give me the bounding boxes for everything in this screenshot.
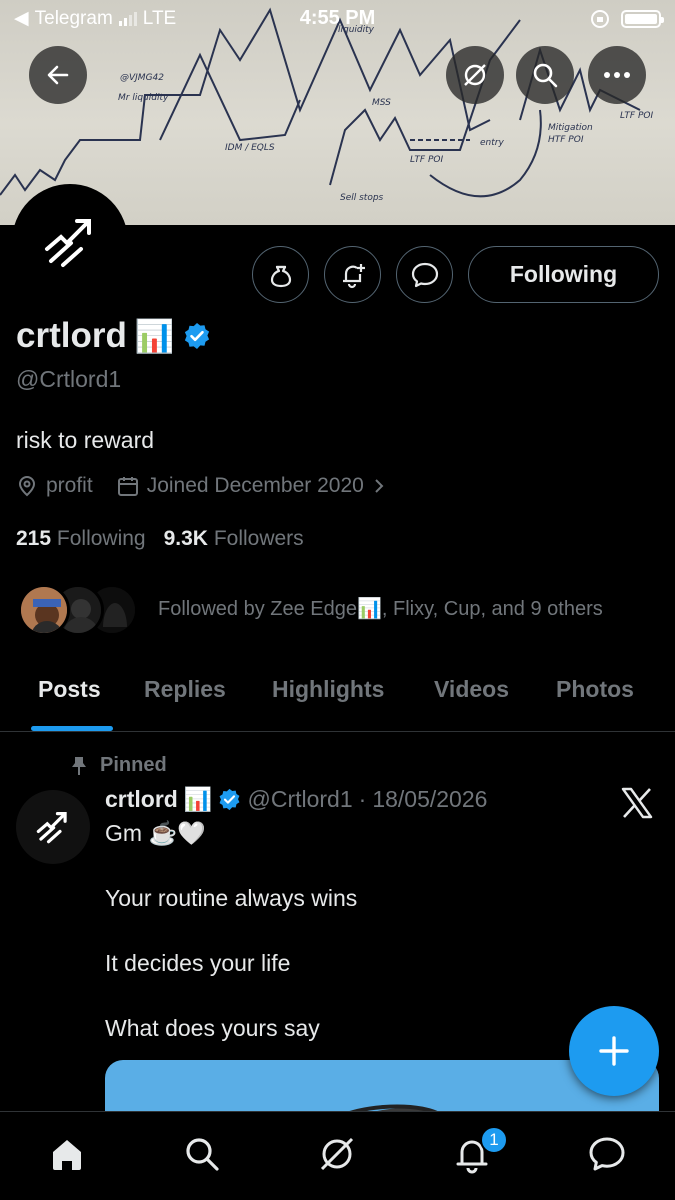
svg-text:LTF POI: LTF POI <box>410 155 443 165</box>
profile-bio: risk to reward <box>16 427 155 453</box>
svg-text:HTF POI: HTF POI <box>548 135 584 145</box>
tab-photos[interactable]: Photos <box>556 676 634 703</box>
messages-icon <box>589 1137 625 1171</box>
x-logo-icon <box>621 787 653 819</box>
tab-replies[interactable]: Replies <box>144 676 226 703</box>
display-name-text: crtlord <box>16 316 127 355</box>
location-item: profit <box>16 474 93 498</box>
svg-text:Mitigation: Mitigation <box>548 123 593 133</box>
follower-avatar <box>18 584 70 636</box>
location-pin-icon <box>18 475 36 497</box>
nav-messages[interactable] <box>585 1132 629 1176</box>
orientation-lock-icon <box>591 10 609 28</box>
following-label: Following <box>56 527 146 550</box>
follow-counts: 215 Following 9.3K Followers <box>16 527 304 551</box>
search-button[interactable] <box>516 46 574 104</box>
bottom-navigation <box>0 1111 675 1200</box>
followers-count-link[interactable]: 9.3K Followers <box>164 527 304 551</box>
following-button[interactable]: Following <box>468 246 659 303</box>
active-tab-indicator <box>31 726 113 731</box>
status-bar: ◀ Telegram LTE 4:55 PM <box>0 0 675 38</box>
more-icon <box>604 72 630 78</box>
nav-search[interactable] <box>180 1132 224 1176</box>
notify-button[interactable] <box>324 246 381 303</box>
following-count-link[interactable]: 215 Following <box>16 527 146 551</box>
followers-label: Followers <box>213 527 304 550</box>
joined-text: Joined December 2020 <box>146 474 364 497</box>
post-text-line: What does yours say <box>105 1015 320 1041</box>
post-author-name[interactable]: crtlord <box>105 786 178 813</box>
pinned-text: Pinned <box>100 754 167 776</box>
search-icon <box>186 1138 219 1171</box>
tab-videos[interactable]: Videos <box>434 676 509 703</box>
following-count: 215 <box>16 527 52 550</box>
calendar-icon <box>117 477 138 496</box>
grok-icon <box>464 64 486 86</box>
verified-badge-icon <box>220 788 240 811</box>
notifications-badge: 1 <box>480 1126 508 1154</box>
grok-icon <box>320 1137 354 1171</box>
post-text-line: Your routine always wins <box>105 885 358 911</box>
plus-icon <box>599 1036 629 1066</box>
chevron-right-icon <box>375 479 384 493</box>
post-header: crtlord 📊 @Crtlord1 · 18/05/2026 <box>105 786 487 813</box>
tab-posts[interactable]: Posts <box>38 676 101 703</box>
post-text-line: It decides your life <box>105 950 291 976</box>
svg-text:Sell stops: Sell stops <box>340 193 384 203</box>
home-icon <box>53 1140 81 1170</box>
svg-text:Mr liquidity: Mr liquidity <box>118 93 169 103</box>
post-author-avatar[interactable] <box>16 790 90 864</box>
tab-highlights[interactable]: Highlights <box>272 676 384 703</box>
svg-text:entry: entry <box>480 138 504 148</box>
nav-grok[interactable] <box>315 1132 359 1176</box>
notification-bell-plus-icon <box>342 263 365 288</box>
more-button[interactable] <box>588 46 646 104</box>
back-button[interactable] <box>29 46 87 104</box>
post-author-handle[interactable]: @Crtlord1 <box>247 786 352 813</box>
profile-avatar[interactable] <box>12 184 128 300</box>
display-name: crtlord 📊 <box>16 316 211 356</box>
profile-handle: @Crtlord1 <box>16 366 122 392</box>
tip-jar-icon <box>270 265 291 287</box>
post-author-emoji: 📊 <box>183 786 213 812</box>
svg-text:@VJMG42: @VJMG42 <box>120 73 164 83</box>
profile-meta: profit Joined December 2020 <box>16 474 410 498</box>
grok-button[interactable] <box>446 46 504 104</box>
svg-text:MSS: MSS <box>372 98 391 108</box>
post-text-line: Gm ☕️🤍 <box>105 820 206 846</box>
pinned-label: Pinned <box>70 754 167 777</box>
profile-banner[interactable]: @VJMG42 Mr liquidity IDM / EQLS MSS entr… <box>0 0 675 225</box>
compose-post-button[interactable] <box>569 1006 659 1096</box>
message-icon <box>411 262 438 287</box>
verified-badge-icon[interactable] <box>183 322 211 350</box>
search-icon <box>533 63 558 88</box>
trend-arrows-icon <box>45 219 91 267</box>
post-separator: · <box>358 786 367 812</box>
followers-count: 9.3K <box>163 527 208 550</box>
battery-icon <box>621 10 664 28</box>
message-button[interactable] <box>396 246 453 303</box>
followed-by-row[interactable]: Followed by Zee Edge📊, Flixy, Cup, and 9… <box>18 584 658 640</box>
back-arrow-icon <box>47 65 69 85</box>
tip-button[interactable] <box>252 246 309 303</box>
joined-item[interactable]: Joined December 2020 <box>117 474 386 498</box>
trend-arrows-icon <box>36 812 67 844</box>
pin-icon <box>72 756 86 775</box>
name-emoji: 📊 <box>134 318 175 354</box>
followed-by-text: Followed by Zee Edge📊, Flixy, Cup, and 9… <box>158 598 603 620</box>
svg-text:IDM / EQLS: IDM / EQLS <box>225 143 275 153</box>
status-time: 4:55 PM <box>299 7 376 29</box>
nav-home[interactable] <box>45 1132 89 1176</box>
profile-tabs: Posts Replies Highlights Videos Photos <box>0 652 675 732</box>
post-date[interactable]: 18/05/2026 <box>372 786 487 813</box>
location-text: profit <box>46 474 93 497</box>
svg-text:LTF POI: LTF POI <box>620 111 653 121</box>
